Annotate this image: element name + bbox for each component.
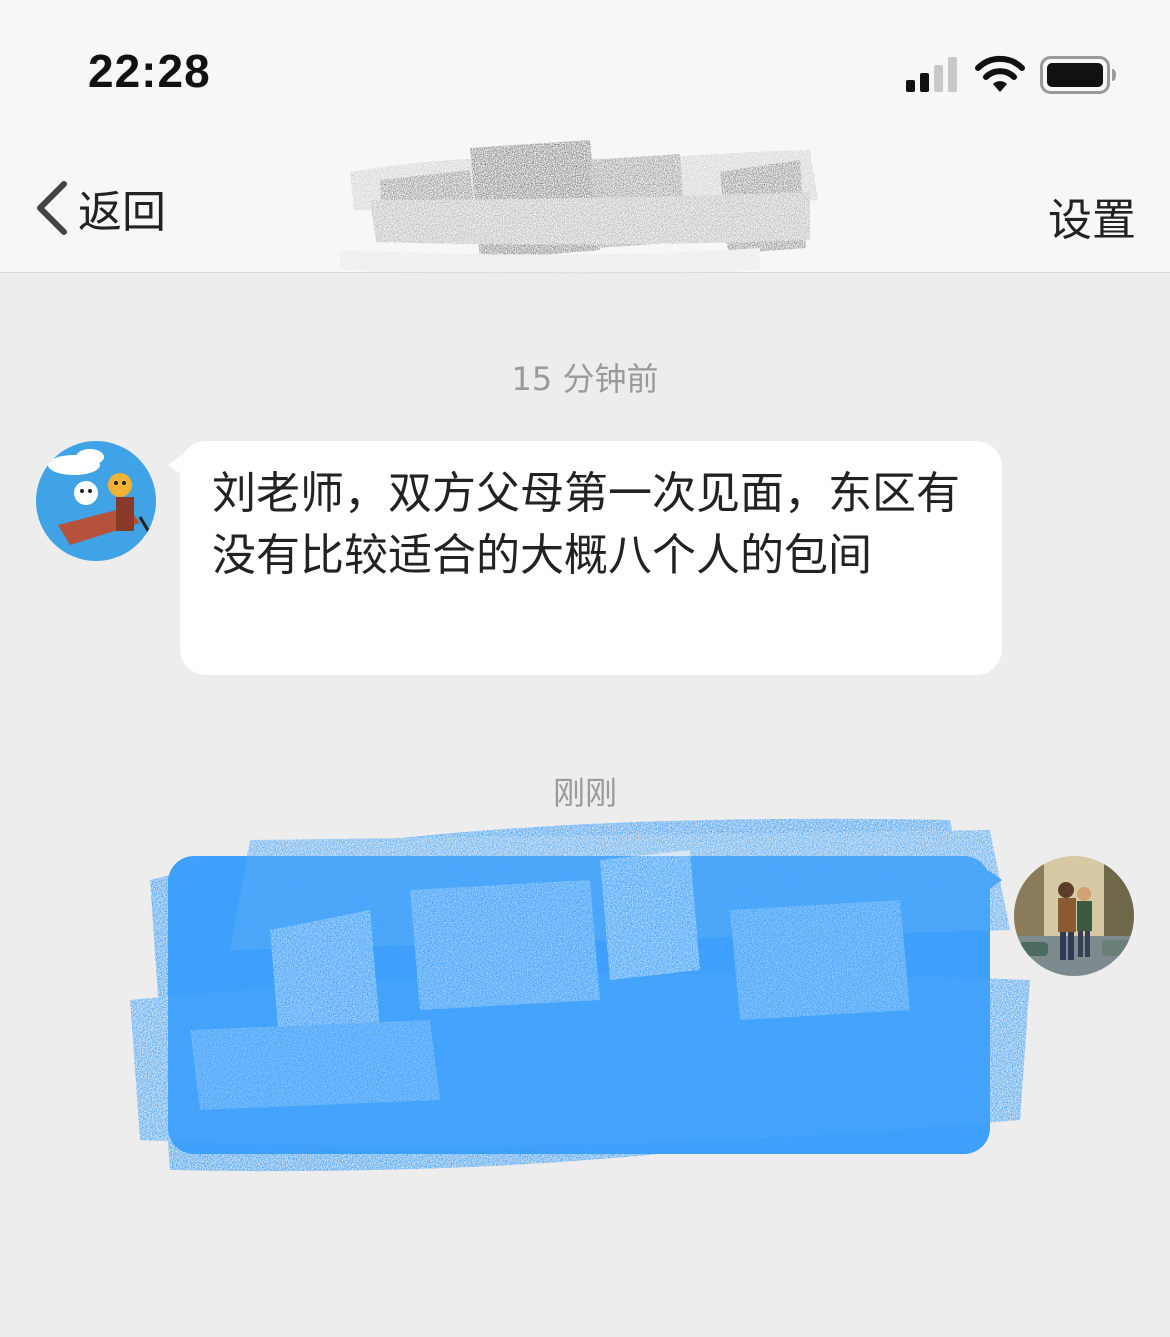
status-bar: 22:28 [0, 0, 1170, 140]
album-cover-avatar-icon [1014, 856, 1134, 976]
contact-avatar[interactable] [36, 441, 156, 561]
cartoon-avatar-icon [36, 441, 156, 561]
my-avatar[interactable] [1014, 856, 1134, 976]
back-label: 返回 [78, 187, 166, 238]
battery-icon [1040, 56, 1116, 94]
status-time: 22:28 [88, 45, 211, 97]
chat-screen: 22:28 返回 设置 15 分钟前 刘老师，双方父母第一次见面，东区有没有比较… [0, 0, 1170, 1337]
cellular-signal-icon [906, 57, 957, 92]
message-text: 刘老师，双方父母第一次见面，东区有没有比较适合的大概八个人的包间 [212, 468, 960, 581]
settings-button[interactable]: 设置 [1048, 184, 1136, 248]
wifi-icon [975, 55, 1025, 92]
message-timestamp: 15 分钟前 [511, 360, 659, 398]
bubble-tail [168, 455, 182, 475]
sent-message-redaction [130, 818, 1030, 1172]
received-message-bubble[interactable]: 刘老师，双方父母第一次见面，东区有没有比较适合的大概八个人的包间 [168, 441, 1002, 675]
back-button[interactable]: 返回 [32, 176, 192, 240]
chevron-left-icon [37, 181, 67, 235]
chat-title-redaction [340, 140, 818, 275]
